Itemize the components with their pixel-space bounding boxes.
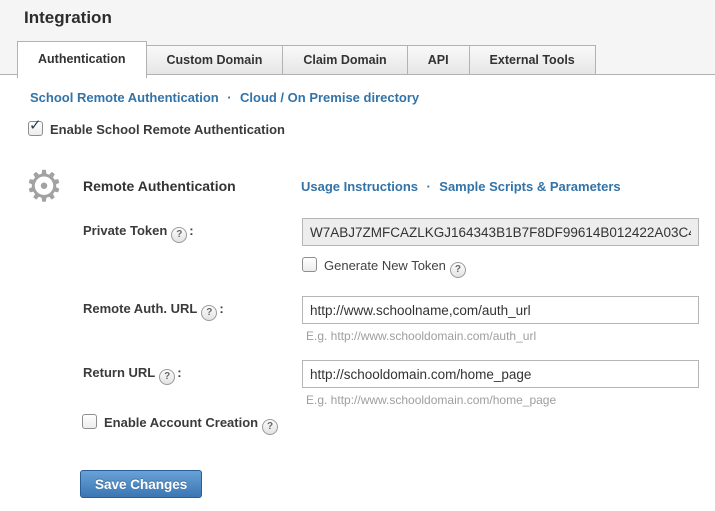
enable-school-remote-auth-checkbox[interactable]: ✓ xyxy=(28,121,43,136)
tab-api[interactable]: API xyxy=(407,45,470,75)
enable-account-creation-checkbox[interactable]: ✓ xyxy=(82,414,97,429)
link-cloud-on-premise-directory[interactable]: Cloud / On Premise directory xyxy=(240,90,419,105)
remote-auth-url-input[interactable] xyxy=(302,296,699,324)
section-links-separator: · xyxy=(426,179,430,194)
generate-new-token-row: ✓ Generate New Token? xyxy=(302,257,468,278)
private-token-input[interactable] xyxy=(302,218,699,246)
page-header: Integration Authentication Custom Domain… xyxy=(0,0,715,75)
remote-auth-url-help-icon[interactable]: ? xyxy=(201,305,217,321)
gear-icon: ⚙ xyxy=(23,166,65,208)
page-title: Integration xyxy=(24,8,112,28)
private-token-label: Private Token?: xyxy=(83,223,194,243)
return-url-help-icon[interactable]: ? xyxy=(159,369,175,385)
remote-auth-url-label: Remote Auth. URL?: xyxy=(83,301,224,321)
link-school-remote-authentication[interactable]: School Remote Authentication xyxy=(30,90,219,105)
tab-bar: Authentication Custom Domain Claim Domai… xyxy=(17,41,596,78)
enable-account-creation-help-icon[interactable]: ? xyxy=(262,419,278,435)
enable-account-creation-row: ✓ Enable Account Creation? xyxy=(82,414,280,435)
link-sample-scripts-parameters[interactable]: Sample Scripts & Parameters xyxy=(439,179,620,194)
save-changes-button[interactable]: Save Changes xyxy=(80,470,202,498)
generate-new-token-checkbox[interactable]: ✓ xyxy=(302,257,317,272)
generate-new-token-help-icon[interactable]: ? xyxy=(450,262,466,278)
enable-school-remote-auth-label: Enable School Remote Authentication xyxy=(50,122,285,137)
tab-authentication[interactable]: Authentication xyxy=(17,41,147,78)
link-usage-instructions[interactable]: Usage Instructions xyxy=(301,179,418,194)
integration-page: Integration Authentication Custom Domain… xyxy=(0,0,715,511)
subnav: School Remote Authentication · Cloud / O… xyxy=(30,89,419,107)
private-token-help-icon[interactable]: ? xyxy=(171,227,187,243)
section-title: Remote Authentication xyxy=(83,178,236,194)
section-links: Usage Instructions · Sample Scripts & Pa… xyxy=(301,178,621,196)
checkmark-icon: ✓ xyxy=(29,116,42,134)
return-url-example: E.g. http://www.schooldomain.com/home_pa… xyxy=(306,393,556,407)
remote-auth-url-example: E.g. http://www.schooldomain.com/auth_ur… xyxy=(306,329,536,343)
return-url-input[interactable] xyxy=(302,360,699,388)
tab-external-tools[interactable]: External Tools xyxy=(469,45,596,75)
tab-custom-domain[interactable]: Custom Domain xyxy=(146,45,284,75)
subnav-separator: · xyxy=(227,90,231,105)
return-url-label: Return URL?: xyxy=(83,365,182,385)
generate-new-token-label: Generate New Token xyxy=(324,258,446,273)
enable-school-remote-auth-row: ✓ Enable School Remote Authentication xyxy=(28,121,285,137)
tab-claim-domain[interactable]: Claim Domain xyxy=(282,45,407,75)
enable-account-creation-label: Enable Account Creation xyxy=(104,415,258,430)
